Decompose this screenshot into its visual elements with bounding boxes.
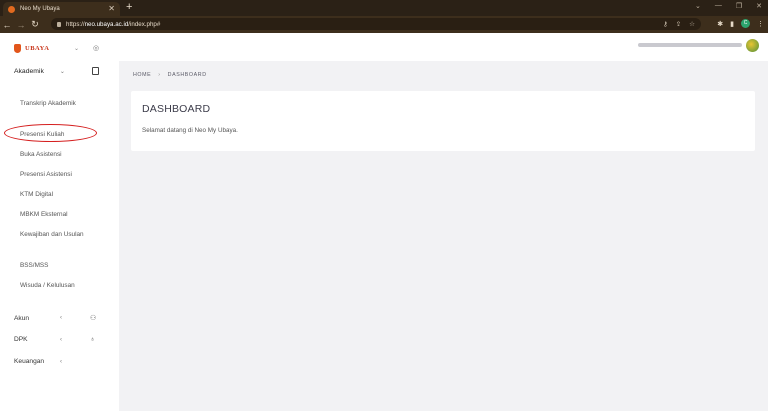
welcome-text: Selamat datang di Neo My Ubaya. bbox=[142, 127, 238, 134]
sidebar-section-akademik[interactable]: Akademik ⌄ bbox=[14, 67, 114, 75]
chevron-down-icon[interactable]: ⌄ bbox=[74, 45, 79, 52]
breadcrumb-separator: › bbox=[158, 72, 161, 78]
chevron-down-icon[interactable]: ⌄ bbox=[695, 2, 701, 10]
maximize-icon[interactable]: ❐ bbox=[736, 2, 742, 10]
top-header bbox=[119, 33, 768, 61]
sidebar-item-mbkm[interactable]: MBKM Eksternal bbox=[20, 210, 115, 230]
page-title: DASHBOARD bbox=[142, 103, 211, 115]
new-tab-button[interactable]: + bbox=[126, 1, 132, 13]
user-name-redacted[interactable] bbox=[638, 43, 742, 47]
sidebar-item-buka-asistensi[interactable]: Buka Asistensi bbox=[20, 150, 115, 170]
favicon-icon bbox=[8, 5, 15, 13]
brand-text: UBAYA bbox=[25, 45, 50, 52]
sidebar-item-kewajiban[interactable]: Kewajiban dan Usulan bbox=[20, 230, 115, 261]
browser-tab-bar: Neo My Ubaya ✕ + ⌄ — ❐ ✕ bbox=[0, 0, 768, 16]
lock-icon bbox=[57, 21, 61, 27]
chevron-down-icon: ⌄ bbox=[59, 69, 65, 75]
close-window-icon[interactable]: ✕ bbox=[756, 2, 762, 10]
sidebar-group-keuangan[interactable]: Keuangan ‹ bbox=[14, 358, 114, 365]
tab-title: Neo My Ubaya bbox=[20, 6, 60, 12]
group-label: Akun bbox=[14, 314, 30, 322]
brand-logo[interactable]: UBAYA bbox=[14, 44, 49, 53]
sidebar-item-presensi-asistensi[interactable]: Presensi Asistensi bbox=[20, 170, 115, 190]
sidebar: UBAYA ⌄ ◎ Akademik ⌄ Transkrip Akademik … bbox=[0, 33, 119, 411]
breadcrumb-home[interactable]: HOME bbox=[133, 72, 151, 78]
star-icon[interactable]: ☆ bbox=[689, 20, 695, 28]
extensions-icon[interactable]: ✱ bbox=[717, 20, 723, 28]
key-icon[interactable]: ⚷ bbox=[663, 20, 668, 28]
share-icon[interactable]: ⇪ bbox=[676, 20, 681, 28]
section-label: Akademik bbox=[14, 68, 44, 75]
forward-icon[interactable]: → bbox=[14, 20, 28, 30]
book-icon bbox=[92, 67, 99, 75]
sidebar-item-bss-mss[interactable]: BSS/MSS bbox=[20, 261, 115, 281]
browser-toolbar: ← → ↻ https://neo.ubaya.ac.id/index.php#… bbox=[0, 16, 768, 33]
group-label: Keuangan bbox=[14, 358, 45, 365]
chevron-left-icon: ‹ bbox=[60, 315, 62, 321]
ubaya-emblem-icon bbox=[14, 44, 21, 53]
minimize-icon[interactable]: — bbox=[715, 2, 722, 10]
sidebar-group-dpk[interactable]: DPK ‹ ♁ bbox=[14, 336, 114, 343]
side-panel-icon[interactable]: ▮ bbox=[730, 20, 734, 28]
window-controls: ⌄ — ❐ ✕ bbox=[695, 2, 762, 10]
menu-icon[interactable]: ⋮ bbox=[757, 20, 764, 28]
highlight-annotation bbox=[4, 124, 97, 142]
sidebar-item-ktm-digital[interactable]: KTM Digital bbox=[20, 190, 115, 210]
reload-icon[interactable]: ↻ bbox=[28, 19, 42, 30]
target-icon[interactable]: ◎ bbox=[93, 44, 99, 52]
back-icon[interactable]: ← bbox=[0, 20, 14, 30]
award-icon: ♁ bbox=[90, 336, 96, 343]
sidebar-group-akun[interactable]: Akun ‹ ⚇ bbox=[14, 314, 114, 323]
profile-avatar[interactable]: C bbox=[741, 19, 750, 28]
dashboard-card: DASHBOARD Selamat datang di Neo My Ubaya… bbox=[131, 91, 755, 151]
breadcrumb-current: DASHBOARD bbox=[167, 72, 207, 78]
url-text: https://neo.ubaya.ac.id/index.php# bbox=[66, 20, 161, 28]
user-icon: ⚇ bbox=[90, 315, 97, 322]
close-tab-icon[interactable]: ✕ bbox=[108, 5, 115, 13]
address-bar[interactable]: https://neo.ubaya.ac.id/index.php# ⚷ ⇪ ☆ bbox=[51, 18, 701, 30]
group-label: DPK bbox=[14, 336, 28, 343]
chevron-left-icon: ‹ bbox=[60, 358, 62, 365]
sidebar-item-wisuda[interactable]: Wisuda / Kelulusan bbox=[20, 281, 115, 301]
browser-tab[interactable]: Neo My Ubaya ✕ bbox=[3, 2, 120, 16]
avatar[interactable] bbox=[746, 39, 759, 52]
breadcrumb: HOME › DASHBOARD bbox=[133, 72, 207, 78]
chevron-left-icon: ‹ bbox=[60, 336, 62, 343]
